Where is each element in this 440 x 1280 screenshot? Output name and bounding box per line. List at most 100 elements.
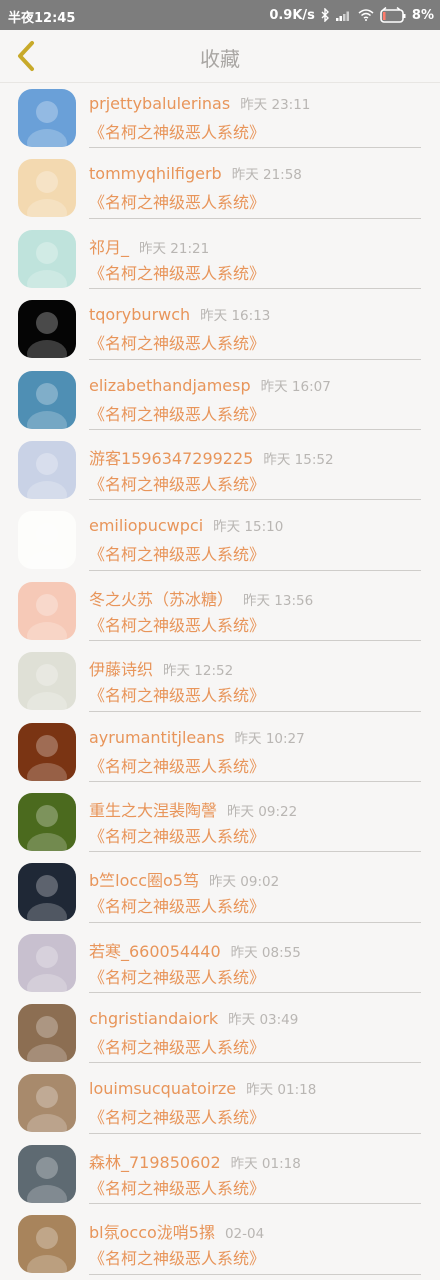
username[interactable]: b竺locc圈o5笃 <box>89 871 199 890</box>
status-bar: 半夜12:45 0.9K/s 8% <box>0 0 440 30</box>
book-title[interactable]: 《名柯之神级恶人系统》 <box>89 753 265 777</box>
favorite-item[interactable]: prjettybalulerinas 昨天 23:11 《名柯之神级恶人系统》 <box>0 83 440 153</box>
avatar[interactable] <box>18 370 76 429</box>
network-speed: 0.9K/s <box>269 7 315 23</box>
battery-level: 8% <box>411 7 434 23</box>
avatar[interactable] <box>18 440 76 499</box>
favorite-item[interactable]: 游客1596347299225 昨天 15:52 《名柯之神级恶人系统》 <box>0 435 440 505</box>
favorite-item[interactable]: 祁月_ 昨天 21:21 《名柯之神级恶人系统》 <box>0 224 440 294</box>
divider <box>89 921 421 923</box>
signal-icon <box>335 9 352 21</box>
favorite-item[interactable]: louimsucquatoirze 昨天 01:18 《名柯之神级恶人系统》 <box>0 1068 440 1138</box>
favorite-item[interactable]: 伊藤诗织 昨天 12:52 《名柯之神级恶人系统》 <box>0 646 440 716</box>
username[interactable]: chgristiandaiork <box>89 1009 218 1028</box>
book-title[interactable]: 《名柯之神级恶人系统》 <box>89 119 265 143</box>
divider <box>89 851 421 853</box>
book-title[interactable]: 《名柯之神级恶人系统》 <box>89 401 265 425</box>
book-title[interactable]: 《名柯之神级恶人系统》 <box>89 189 265 213</box>
username[interactable]: tommyqhilfigerb <box>89 164 222 183</box>
username[interactable]: ayrumantitjleans <box>89 728 225 747</box>
favorite-item[interactable]: 冬之火苏（苏冰糖） 昨天 13:56 《名柯之神级恶人系统》 <box>0 576 440 646</box>
username[interactable]: tqoryburwch <box>89 305 190 324</box>
bluetooth-icon <box>321 8 330 22</box>
favorite-item[interactable]: elizabethandjamesp 昨天 16:07 《名柯之神级恶人系统》 <box>0 365 440 435</box>
divider <box>89 992 421 994</box>
divider <box>89 1132 421 1134</box>
book-title[interactable]: 《名柯之神级恶人系统》 <box>89 893 265 917</box>
timestamp: 昨天 21:21 <box>139 240 210 257</box>
username[interactable]: 冬之火苏（苏冰糖） <box>89 590 233 609</box>
book-title[interactable]: 《名柯之神级恶人系统》 <box>89 1245 265 1269</box>
timestamp: 昨天 03:49 <box>228 1012 299 1029</box>
username[interactable]: 伊藤诗织 <box>89 660 153 679</box>
book-title[interactable]: 《名柯之神级恶人系统》 <box>89 612 265 636</box>
page-title: 收藏 <box>200 47 240 71</box>
timestamp: 昨天 21:58 <box>231 167 302 184</box>
avatar[interactable] <box>18 1144 76 1203</box>
avatar[interactable] <box>18 581 76 640</box>
username[interactable]: 森林_719850602 <box>89 1153 221 1172</box>
wifi-icon <box>358 9 374 21</box>
avatar[interactable] <box>18 792 76 851</box>
username[interactable]: elizabethandjamesp <box>89 376 251 395</box>
book-title[interactable]: 《名柯之神级恶人系统》 <box>89 964 265 988</box>
avatar[interactable] <box>18 863 76 922</box>
book-title[interactable]: 《名柯之神级恶人系统》 <box>89 471 265 495</box>
username[interactable]: louimsucquatoirze <box>89 1079 236 1098</box>
book-title[interactable]: 《名柯之神级恶人系统》 <box>89 541 265 565</box>
book-title[interactable]: 《名柯之神级恶人系统》 <box>89 823 265 847</box>
timestamp: 昨天 09:02 <box>208 874 280 891</box>
favorite-item[interactable]: tqoryburwch 昨天 16:13 《名柯之神级恶人系统》 <box>0 294 440 364</box>
favorite-item[interactable]: bl氛occo泷哨5摞 02-04 《名柯之神级恶人系统》 <box>0 1209 440 1279</box>
timestamp: 昨天 10:27 <box>234 730 305 747</box>
timestamp: 02-04 <box>224 1226 265 1243</box>
divider <box>89 217 421 219</box>
favorite-item[interactable]: 若寒_660054440 昨天 08:55 《名柯之神级恶人系统》 <box>0 928 440 998</box>
divider <box>89 780 421 782</box>
status-icons: 0.9K/s 8% <box>269 7 434 23</box>
divider <box>89 1062 421 1064</box>
avatar[interactable] <box>18 652 76 711</box>
divider <box>89 1203 421 1205</box>
avatar[interactable] <box>18 159 76 218</box>
favorite-item[interactable]: ayrumantitjleans 昨天 10:27 《名柯之神级恶人系统》 <box>0 717 440 787</box>
favorite-item[interactable]: tommyqhilfigerb 昨天 21:58 《名柯之神级恶人系统》 <box>0 153 440 223</box>
favorite-item[interactable]: b竺locc圈o5笃 昨天 09:02 《名柯之神级恶人系统》 <box>0 857 440 927</box>
favorite-item[interactable]: 森林_719850602 昨天 01:18 《名柯之神级恶人系统》 <box>0 1139 440 1209</box>
divider <box>89 499 421 501</box>
book-title[interactable]: 《名柯之神级恶人系统》 <box>89 1034 265 1058</box>
username[interactable]: 若寒_660054440 <box>89 942 221 961</box>
username[interactable]: 祁月_ <box>89 238 129 257</box>
avatar[interactable] <box>18 1215 76 1274</box>
username[interactable]: 重生之大涅裴陶謦 <box>89 801 217 820</box>
avatar[interactable] <box>18 229 76 288</box>
avatar[interactable] <box>18 933 76 992</box>
username[interactable]: prjettybalulerinas <box>89 94 230 113</box>
avatar[interactable] <box>18 300 76 359</box>
book-title[interactable]: 《名柯之神级恶人系统》 <box>89 1175 265 1199</box>
avatar[interactable] <box>18 1004 76 1063</box>
book-title[interactable]: 《名柯之神级恶人系统》 <box>89 682 265 706</box>
divider <box>89 428 421 430</box>
favorite-item[interactable]: chgristiandaiork 昨天 03:49 《名柯之神级恶人系统》 <box>0 998 440 1068</box>
divider <box>89 147 421 149</box>
username[interactable]: 游客1596347299225 <box>89 449 253 468</box>
book-title[interactable]: 《名柯之神级恶人系统》 <box>89 260 265 284</box>
timestamp: 昨天 16:07 <box>260 378 331 395</box>
username[interactable]: emiliopucwpci <box>89 516 203 535</box>
avatar[interactable] <box>18 722 76 781</box>
book-title[interactable]: 《名柯之神级恶人系统》 <box>89 330 265 354</box>
battery-icon <box>380 7 406 23</box>
avatar[interactable] <box>18 1074 76 1133</box>
timestamp: 昨天 09:22 <box>227 803 298 820</box>
divider <box>89 1273 421 1275</box>
avatar[interactable] <box>18 89 76 147</box>
status-time: 半夜12:45 <box>8 11 76 26</box>
username[interactable]: bl氛occo泷哨5摞 <box>89 1223 215 1242</box>
avatar[interactable] <box>18 511 76 570</box>
favorite-item[interactable]: 重生之大涅裴陶謦 昨天 09:22 《名柯之神级恶人系统》 <box>0 787 440 857</box>
book-title[interactable]: 《名柯之神级恶人系统》 <box>89 1104 265 1128</box>
header: 收藏 <box>0 30 440 83</box>
timestamp: 昨天 16:13 <box>200 308 271 325</box>
favorite-item[interactable]: emiliopucwpci 昨天 15:10 《名柯之神级恶人系统》 <box>0 505 440 575</box>
